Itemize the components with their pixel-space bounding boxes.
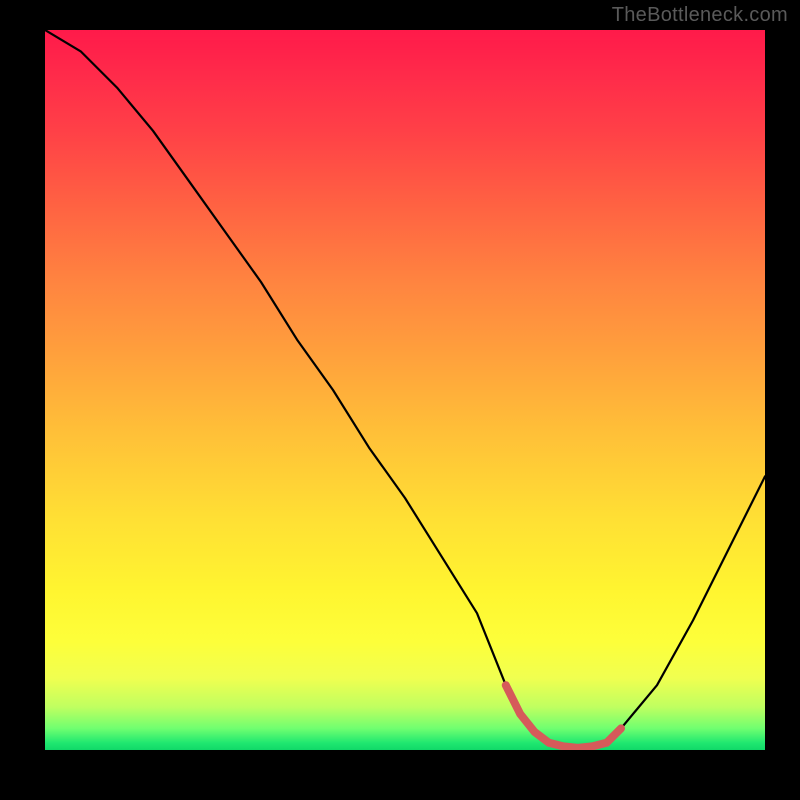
watermark-text: TheBottleneck.com bbox=[612, 4, 788, 27]
curve-path bbox=[45, 30, 765, 748]
optimal-range-marker bbox=[506, 685, 621, 748]
bottleneck-curve bbox=[45, 30, 765, 750]
chart-plot-area bbox=[45, 30, 765, 750]
